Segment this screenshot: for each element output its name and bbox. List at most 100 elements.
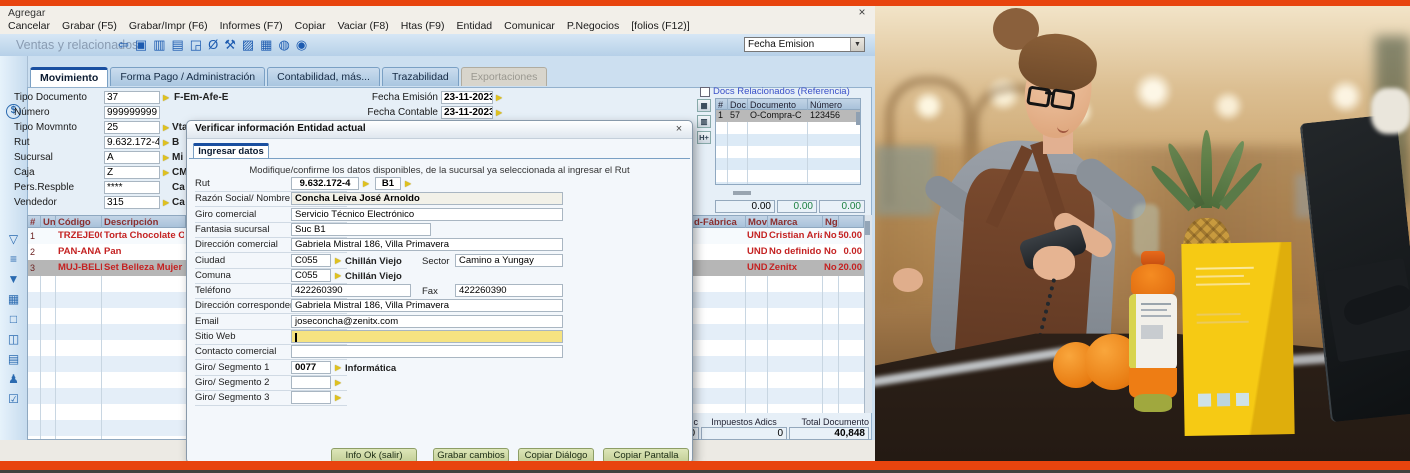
field-pers-respble-input[interactable]: **** — [104, 181, 160, 194]
tab-contabilidad[interactable]: Contabilidad, más... — [267, 67, 380, 86]
lookup-arrow-icon[interactable]: ▶ — [163, 138, 169, 147]
dlg-contacto-input[interactable] — [291, 345, 563, 358]
dlg-fax-input[interactable]: 422260390 — [455, 284, 563, 297]
dlg-sitio-web-input[interactable] — [291, 330, 563, 343]
chat-icon[interactable]: ◍ — [278, 37, 289, 53]
field-numero-label: Número — [14, 107, 50, 118]
person-icon[interactable]: ♟ — [0, 372, 27, 386]
lookup-arrow-icon[interactable]: ▶ — [405, 179, 411, 188]
date-filter-select[interactable]: Fecha Emision ▼ — [744, 37, 865, 52]
field-sucursal-input[interactable]: A — [104, 151, 160, 164]
dlg-fantasia-input[interactable]: Suc B1 — [291, 223, 431, 236]
back-icon[interactable]: ⇦ — [118, 37, 129, 53]
h-plus-icon[interactable]: H+ — [697, 131, 711, 144]
menu-item-vaciar[interactable]: Vaciar (F8) — [338, 20, 389, 33]
lookup-arrow-icon[interactable]: ▶ — [335, 393, 341, 402]
print-icon[interactable]: ▤ — [172, 37, 184, 53]
menu-item-grabar[interactable]: Grabar (F5) — [62, 20, 117, 33]
field-rut-input[interactable]: 9.632.172-4 — [104, 136, 160, 149]
dlg-giro-seg3-input[interactable] — [291, 391, 331, 404]
contact-card-icon[interactable]: ▨ — [242, 37, 254, 53]
modules-icon[interactable]: ▦ — [260, 37, 272, 53]
field-tipo-movmnto-input[interactable]: 25 — [104, 121, 160, 134]
docs-scrollbar-thumb[interactable] — [856, 112, 860, 125]
lookup-arrow-icon[interactable]: ▶ — [335, 256, 341, 265]
dialog-close-icon[interactable]: × — [672, 123, 686, 136]
item-row-3-selected[interactable]: 3MUJ-BELLSet Belleza Mujer — [27, 260, 186, 276]
ledger-icon[interactable]: ▤ — [0, 352, 27, 366]
lookup-arrow-icon[interactable]: ▶ — [335, 363, 341, 372]
filter-icon[interactable]: ≡ — [0, 252, 27, 266]
dlg-giro-input[interactable]: Servicio Técnico Electrónico — [291, 208, 563, 221]
calendar-arrow-icon[interactable]: ▶ — [496, 93, 502, 102]
copy-doc-icon[interactable]: ▥ — [153, 37, 165, 53]
menu-item-htas[interactable]: Htas (F9) — [401, 20, 445, 33]
menu-item-pnegocios[interactable]: P.Negocios — [567, 20, 619, 33]
dlg-ciudad-input[interactable]: C055 — [291, 254, 331, 267]
columns-icon[interactable]: ▥ — [697, 115, 711, 128]
tab-movimiento[interactable]: Movimiento — [30, 67, 108, 87]
item-row-2[interactable]: 2PAN-ANAPan — [27, 244, 186, 260]
tab-trazabilidad[interactable]: Trazabilidad — [382, 67, 459, 86]
save-icon[interactable]: ▣ — [135, 37, 147, 53]
calendar-icon[interactable]: ▦ — [0, 292, 27, 306]
item-row-2-right[interactable]: UNDNo definidoNo0.00 — [691, 244, 864, 260]
dlg-giro-seg2-input[interactable] — [291, 376, 331, 389]
dlg-sector-input[interactable]: Camino a Yungay — [455, 254, 563, 267]
dlg-giro-seg1-input[interactable]: 0077 — [291, 361, 331, 374]
close-icon[interactable]: × — [854, 5, 870, 19]
menu-item-folios[interactable]: [folios (F12)] — [631, 20, 689, 33]
menu-item-copiar[interactable]: Copiar — [295, 20, 326, 33]
download-icon[interactable]: ▼ — [0, 272, 27, 286]
item-row-3-right-selected[interactable]: UNDZenitxNo20.00 — [691, 260, 864, 276]
lookup-arrow-icon[interactable]: ▶ — [163, 93, 169, 102]
doc-money-icon[interactable]: ◫ — [0, 332, 27, 346]
tab-ingresar-datos[interactable]: Ingresar datos — [193, 143, 269, 159]
field-numero-input[interactable]: 999999999 — [104, 106, 160, 119]
field-tipo-documento-input[interactable]: 37 — [104, 91, 160, 104]
dlg-razon-input[interactable]: Concha Leiva José Arnoldo — [291, 192, 563, 205]
tab-bar: Movimiento Forma Pago / Administración C… — [30, 67, 547, 87]
fecha-contable-input[interactable]: 23-11-2023 — [441, 106, 493, 119]
void-icon[interactable]: Ø — [208, 37, 218, 53]
menu-item-grabar-impr[interactable]: Grabar/Impr (F6) — [129, 20, 208, 33]
dlg-comuna-input[interactable]: C055 — [291, 269, 331, 282]
lookup-arrow-icon[interactable]: ▶ — [335, 378, 341, 387]
docs-table-row[interactable]: 157O-Compra-C123456 — [715, 110, 861, 122]
lookup-arrow-icon[interactable]: ▶ — [163, 123, 169, 132]
tools-icon[interactable]: ⚒ — [224, 37, 236, 53]
item-row-1-right[interactable]: UNDCristian AriasNo50.00 — [691, 228, 864, 244]
glass-bottle — [1133, 204, 1159, 256]
docs-hscroll-thumb[interactable] — [733, 191, 751, 195]
window-icon[interactable]: □ — [0, 312, 27, 326]
trash-icon[interactable]: ▽ — [0, 232, 27, 246]
dlg-telefono-input[interactable]: 422260390 — [291, 284, 411, 297]
grid-icon[interactable]: ▦ — [697, 99, 711, 112]
menu-item-cancelar[interactable]: Cancelar — [8, 20, 50, 33]
check-icon[interactable]: ☑ — [0, 392, 27, 406]
tab-forma-pago[interactable]: Forma Pago / Administración — [110, 67, 265, 86]
lookup-arrow-icon[interactable]: ▶ — [335, 271, 341, 280]
calendar-arrow-icon[interactable]: ▶ — [496, 108, 502, 117]
field-caja-input[interactable]: Z — [104, 166, 160, 179]
fecha-emision-input[interactable]: 23-11-2023 — [441, 91, 493, 104]
lookup-arrow-icon[interactable]: ▶ — [163, 168, 169, 177]
lookup-arrow-icon[interactable]: ▶ — [363, 179, 369, 188]
dlg-sucursal-input[interactable]: B1 — [375, 177, 401, 190]
menu-item-entidad[interactable]: Entidad — [457, 20, 493, 33]
items-scrollbar[interactable] — [864, 215, 872, 413]
dlg-dir-corresp-input[interactable]: Gabriela Mistral 186, Villa Primavera — [291, 299, 563, 312]
items-scrollbar-thumb[interactable] — [865, 221, 870, 235]
export-icon[interactable]: ◲ — [190, 37, 202, 53]
dlg-rut-input[interactable]: 9.632.172-4 — [291, 177, 359, 190]
dlg-email-input[interactable]: joseconcha@zenitx.com — [291, 315, 563, 328]
dlg-dir-comercial-input[interactable]: Gabriela Mistral 186, Villa Primavera — [291, 238, 563, 251]
menu-item-comunicar[interactable]: Comunicar — [504, 20, 555, 33]
lookup-arrow-icon[interactable]: ▶ — [163, 153, 169, 162]
menu-item-informes[interactable]: Informes (F7) — [220, 20, 283, 33]
field-vendedor-input[interactable]: 315 — [104, 196, 160, 209]
settings-icon[interactable]: ◉ — [296, 37, 307, 53]
docs-relacionados-checkbox[interactable] — [700, 87, 710, 97]
item-row-1[interactable]: 1TRZEJE00Torta Chocolate Otoñ — [27, 228, 186, 244]
lookup-arrow-icon[interactable]: ▶ — [163, 198, 169, 207]
